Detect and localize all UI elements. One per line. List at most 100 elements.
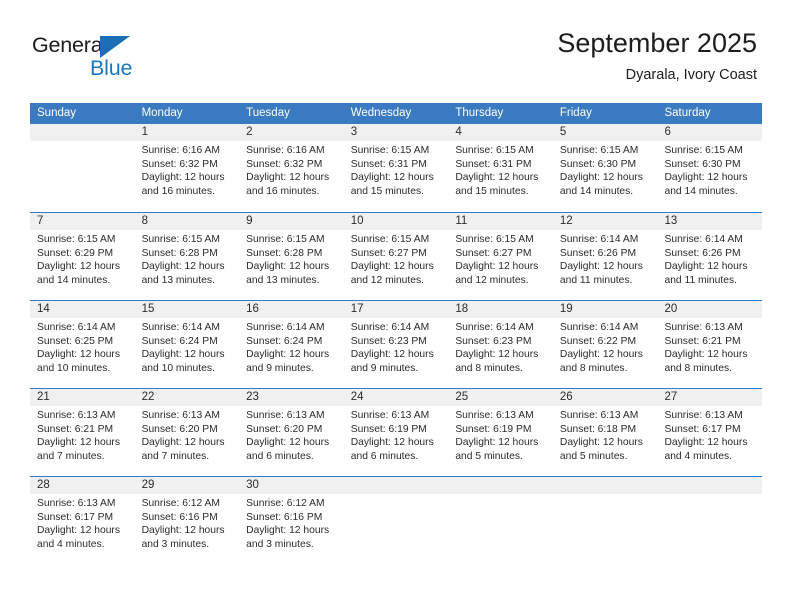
- day-cell[interactable]: 20 Sunrise: 6:13 AM Sunset: 6:21 PM Dayl…: [657, 301, 763, 388]
- day-cell[interactable]: 18 Sunrise: 6:14 AM Sunset: 6:23 PM Dayl…: [448, 301, 553, 388]
- day-cell[interactable]: [448, 477, 553, 564]
- day-cell[interactable]: 7 Sunrise: 6:15 AM Sunset: 6:29 PM Dayli…: [30, 213, 135, 300]
- day-cell[interactable]: 4 Sunrise: 6:15 AM Sunset: 6:31 PM Dayli…: [448, 124, 553, 212]
- day-info: Sunrise: 6:13 AM Sunset: 6:17 PM Dayligh…: [30, 494, 135, 551]
- day-cell[interactable]: 26 Sunrise: 6:13 AM Sunset: 6:18 PM Dayl…: [552, 389, 658, 476]
- sunset-text: Sunset: 6:17 PM: [37, 511, 114, 523]
- day-info: [344, 494, 449, 497]
- day-cell[interactable]: 11 Sunrise: 6:15 AM Sunset: 6:27 PM Dayl…: [448, 213, 553, 300]
- sunset-text: Sunset: 6:19 PM: [350, 423, 427, 435]
- day-number: 4: [448, 124, 553, 141]
- day-cell[interactable]: 1 Sunrise: 6:16 AM Sunset: 6:32 PM Dayli…: [134, 124, 240, 212]
- day-cell[interactable]: 16 Sunrise: 6:14 AM Sunset: 6:24 PM Dayl…: [239, 301, 344, 388]
- day-number: 24: [343, 389, 449, 406]
- day-info: Sunrise: 6:15 AM Sunset: 6:30 PM Dayligh…: [553, 141, 658, 198]
- daylight-text: Daylight: 12 hours and 16 minutes.: [141, 172, 225, 197]
- sunset-text: Sunset: 6:16 PM: [141, 511, 218, 523]
- daylight-text: Daylight: 12 hours and 11 minutes.: [559, 261, 643, 286]
- day-number: 18: [448, 301, 553, 318]
- calendar-grid: Sunday Monday Tuesday Wednesday Thursday…: [30, 103, 763, 564]
- day-info: Sunrise: 6:14 AM Sunset: 6:24 PM Dayligh…: [135, 318, 240, 375]
- day-cell[interactable]: 15 Sunrise: 6:14 AM Sunset: 6:24 PM Dayl…: [134, 301, 240, 388]
- day-info: Sunrise: 6:13 AM Sunset: 6:18 PM Dayligh…: [553, 406, 658, 463]
- day-cell[interactable]: 12 Sunrise: 6:14 AM Sunset: 6:26 PM Dayl…: [552, 213, 658, 300]
- day-cell[interactable]: [30, 124, 135, 212]
- daylight-text: Daylight: 12 hours and 9 minutes.: [246, 349, 330, 374]
- week-row: 1 Sunrise: 6:16 AM Sunset: 6:32 PM Dayli…: [30, 124, 763, 212]
- day-cell[interactable]: 14 Sunrise: 6:14 AM Sunset: 6:25 PM Dayl…: [30, 301, 135, 388]
- day-cell[interactable]: 28 Sunrise: 6:13 AM Sunset: 6:17 PM Dayl…: [30, 477, 135, 564]
- daylight-text: Daylight: 12 hours and 4 minutes.: [664, 437, 748, 462]
- daylight-text: Daylight: 12 hours and 8 minutes.: [455, 349, 539, 374]
- day-cell[interactable]: 6 Sunrise: 6:15 AM Sunset: 6:30 PM Dayli…: [657, 124, 763, 212]
- day-number: 28: [30, 477, 135, 494]
- day-cell[interactable]: 9 Sunrise: 6:15 AM Sunset: 6:28 PM Dayli…: [239, 213, 344, 300]
- day-info: Sunrise: 6:14 AM Sunset: 6:23 PM Dayligh…: [344, 318, 449, 375]
- day-info: Sunrise: 6:15 AM Sunset: 6:28 PM Dayligh…: [239, 230, 344, 287]
- daylight-text: Daylight: 12 hours and 4 minutes.: [37, 525, 120, 550]
- day-cell[interactable]: 25 Sunrise: 6:13 AM Sunset: 6:19 PM Dayl…: [448, 389, 553, 476]
- sunset-text: Sunset: 6:30 PM: [664, 158, 741, 170]
- day-cell[interactable]: 13 Sunrise: 6:14 AM Sunset: 6:26 PM Dayl…: [657, 213, 763, 300]
- day-info: Sunrise: 6:15 AM Sunset: 6:31 PM Dayligh…: [344, 141, 449, 198]
- daylight-text: Daylight: 12 hours and 13 minutes.: [141, 261, 225, 286]
- sunrise-text: Sunrise: 6:13 AM: [664, 410, 743, 421]
- day-cell[interactable]: [343, 477, 449, 564]
- sunrise-text: Sunrise: 6:12 AM: [141, 498, 220, 509]
- sunrise-text: Sunrise: 6:13 AM: [141, 410, 220, 421]
- daylight-text: Daylight: 12 hours and 11 minutes.: [664, 261, 748, 286]
- sunrise-text: Sunrise: 6:15 AM: [559, 145, 639, 156]
- daylight-text: Daylight: 12 hours and 10 minutes.: [37, 349, 120, 374]
- day-cell[interactable]: 22 Sunrise: 6:13 AM Sunset: 6:20 PM Dayl…: [134, 389, 240, 476]
- sunset-text: Sunset: 6:19 PM: [455, 423, 532, 435]
- day-cell[interactable]: 19 Sunrise: 6:14 AM Sunset: 6:22 PM Dayl…: [552, 301, 658, 388]
- day-info: [657, 494, 762, 497]
- sunset-text: Sunset: 6:23 PM: [350, 335, 427, 347]
- daylight-text: Daylight: 12 hours and 16 minutes.: [246, 172, 330, 197]
- generalblue-logo: General Blue: [32, 33, 162, 85]
- daylight-text: Daylight: 12 hours and 15 minutes.: [350, 172, 434, 197]
- day-info: Sunrise: 6:14 AM Sunset: 6:24 PM Dayligh…: [239, 318, 344, 375]
- logo-text-general: General: [32, 33, 108, 57]
- daylight-text: Daylight: 12 hours and 5 minutes.: [455, 437, 539, 462]
- day-info: Sunrise: 6:14 AM Sunset: 6:26 PM Dayligh…: [657, 230, 762, 287]
- sunset-text: Sunset: 6:29 PM: [37, 247, 114, 259]
- day-info: Sunrise: 6:15 AM Sunset: 6:30 PM Dayligh…: [657, 141, 762, 198]
- day-cell[interactable]: 24 Sunrise: 6:13 AM Sunset: 6:19 PM Dayl…: [343, 389, 449, 476]
- weekday-thursday: Thursday: [455, 107, 504, 119]
- sunset-text: Sunset: 6:24 PM: [246, 335, 323, 347]
- sunset-text: Sunset: 6:21 PM: [37, 423, 114, 435]
- day-cell[interactable]: 5 Sunrise: 6:15 AM Sunset: 6:30 PM Dayli…: [552, 124, 658, 212]
- daylight-text: Daylight: 12 hours and 14 minutes.: [559, 172, 643, 197]
- day-number: 7: [30, 213, 135, 230]
- day-info: Sunrise: 6:12 AM Sunset: 6:16 PM Dayligh…: [135, 494, 240, 551]
- weekday-friday: Friday: [559, 107, 592, 119]
- day-number: 23: [239, 389, 344, 406]
- day-cell[interactable]: 17 Sunrise: 6:14 AM Sunset: 6:23 PM Dayl…: [343, 301, 449, 388]
- day-number: 20: [657, 301, 763, 318]
- day-cell[interactable]: 27 Sunrise: 6:13 AM Sunset: 6:17 PM Dayl…: [657, 389, 763, 476]
- day-number: 26: [552, 389, 658, 406]
- sunset-text: Sunset: 6:20 PM: [246, 423, 323, 435]
- day-cell[interactable]: 8 Sunrise: 6:15 AM Sunset: 6:28 PM Dayli…: [134, 213, 240, 300]
- daylight-text: Daylight: 12 hours and 6 minutes.: [246, 437, 330, 462]
- day-info: Sunrise: 6:13 AM Sunset: 6:17 PM Dayligh…: [657, 406, 762, 463]
- day-cell[interactable]: 2 Sunrise: 6:16 AM Sunset: 6:32 PM Dayli…: [239, 124, 344, 212]
- day-info: Sunrise: 6:15 AM Sunset: 6:27 PM Dayligh…: [448, 230, 553, 287]
- sunrise-text: Sunrise: 6:14 AM: [246, 322, 325, 333]
- weekday-wednesday: Wednesday: [350, 107, 412, 119]
- day-cell[interactable]: 10 Sunrise: 6:15 AM Sunset: 6:27 PM Dayl…: [343, 213, 449, 300]
- day-cell[interactable]: 23 Sunrise: 6:13 AM Sunset: 6:20 PM Dayl…: [239, 389, 344, 476]
- day-cell[interactable]: 21 Sunrise: 6:13 AM Sunset: 6:21 PM Dayl…: [30, 389, 135, 476]
- day-cell[interactable]: [657, 477, 763, 564]
- daylight-text: Daylight: 12 hours and 13 minutes.: [246, 261, 330, 286]
- weekday-monday: Monday: [141, 107, 183, 119]
- day-cell[interactable]: 3 Sunrise: 6:15 AM Sunset: 6:31 PM Dayli…: [343, 124, 449, 212]
- day-cell[interactable]: 30 Sunrise: 6:12 AM Sunset: 6:16 PM Dayl…: [239, 477, 344, 564]
- day-cell[interactable]: [552, 477, 658, 564]
- day-cell[interactable]: 29 Sunrise: 6:12 AM Sunset: 6:16 PM Dayl…: [134, 477, 240, 564]
- day-number: 2: [239, 124, 344, 141]
- weekday-tuesday: Tuesday: [246, 107, 290, 119]
- sunset-text: Sunset: 6:32 PM: [141, 158, 218, 170]
- day-info: [448, 494, 553, 497]
